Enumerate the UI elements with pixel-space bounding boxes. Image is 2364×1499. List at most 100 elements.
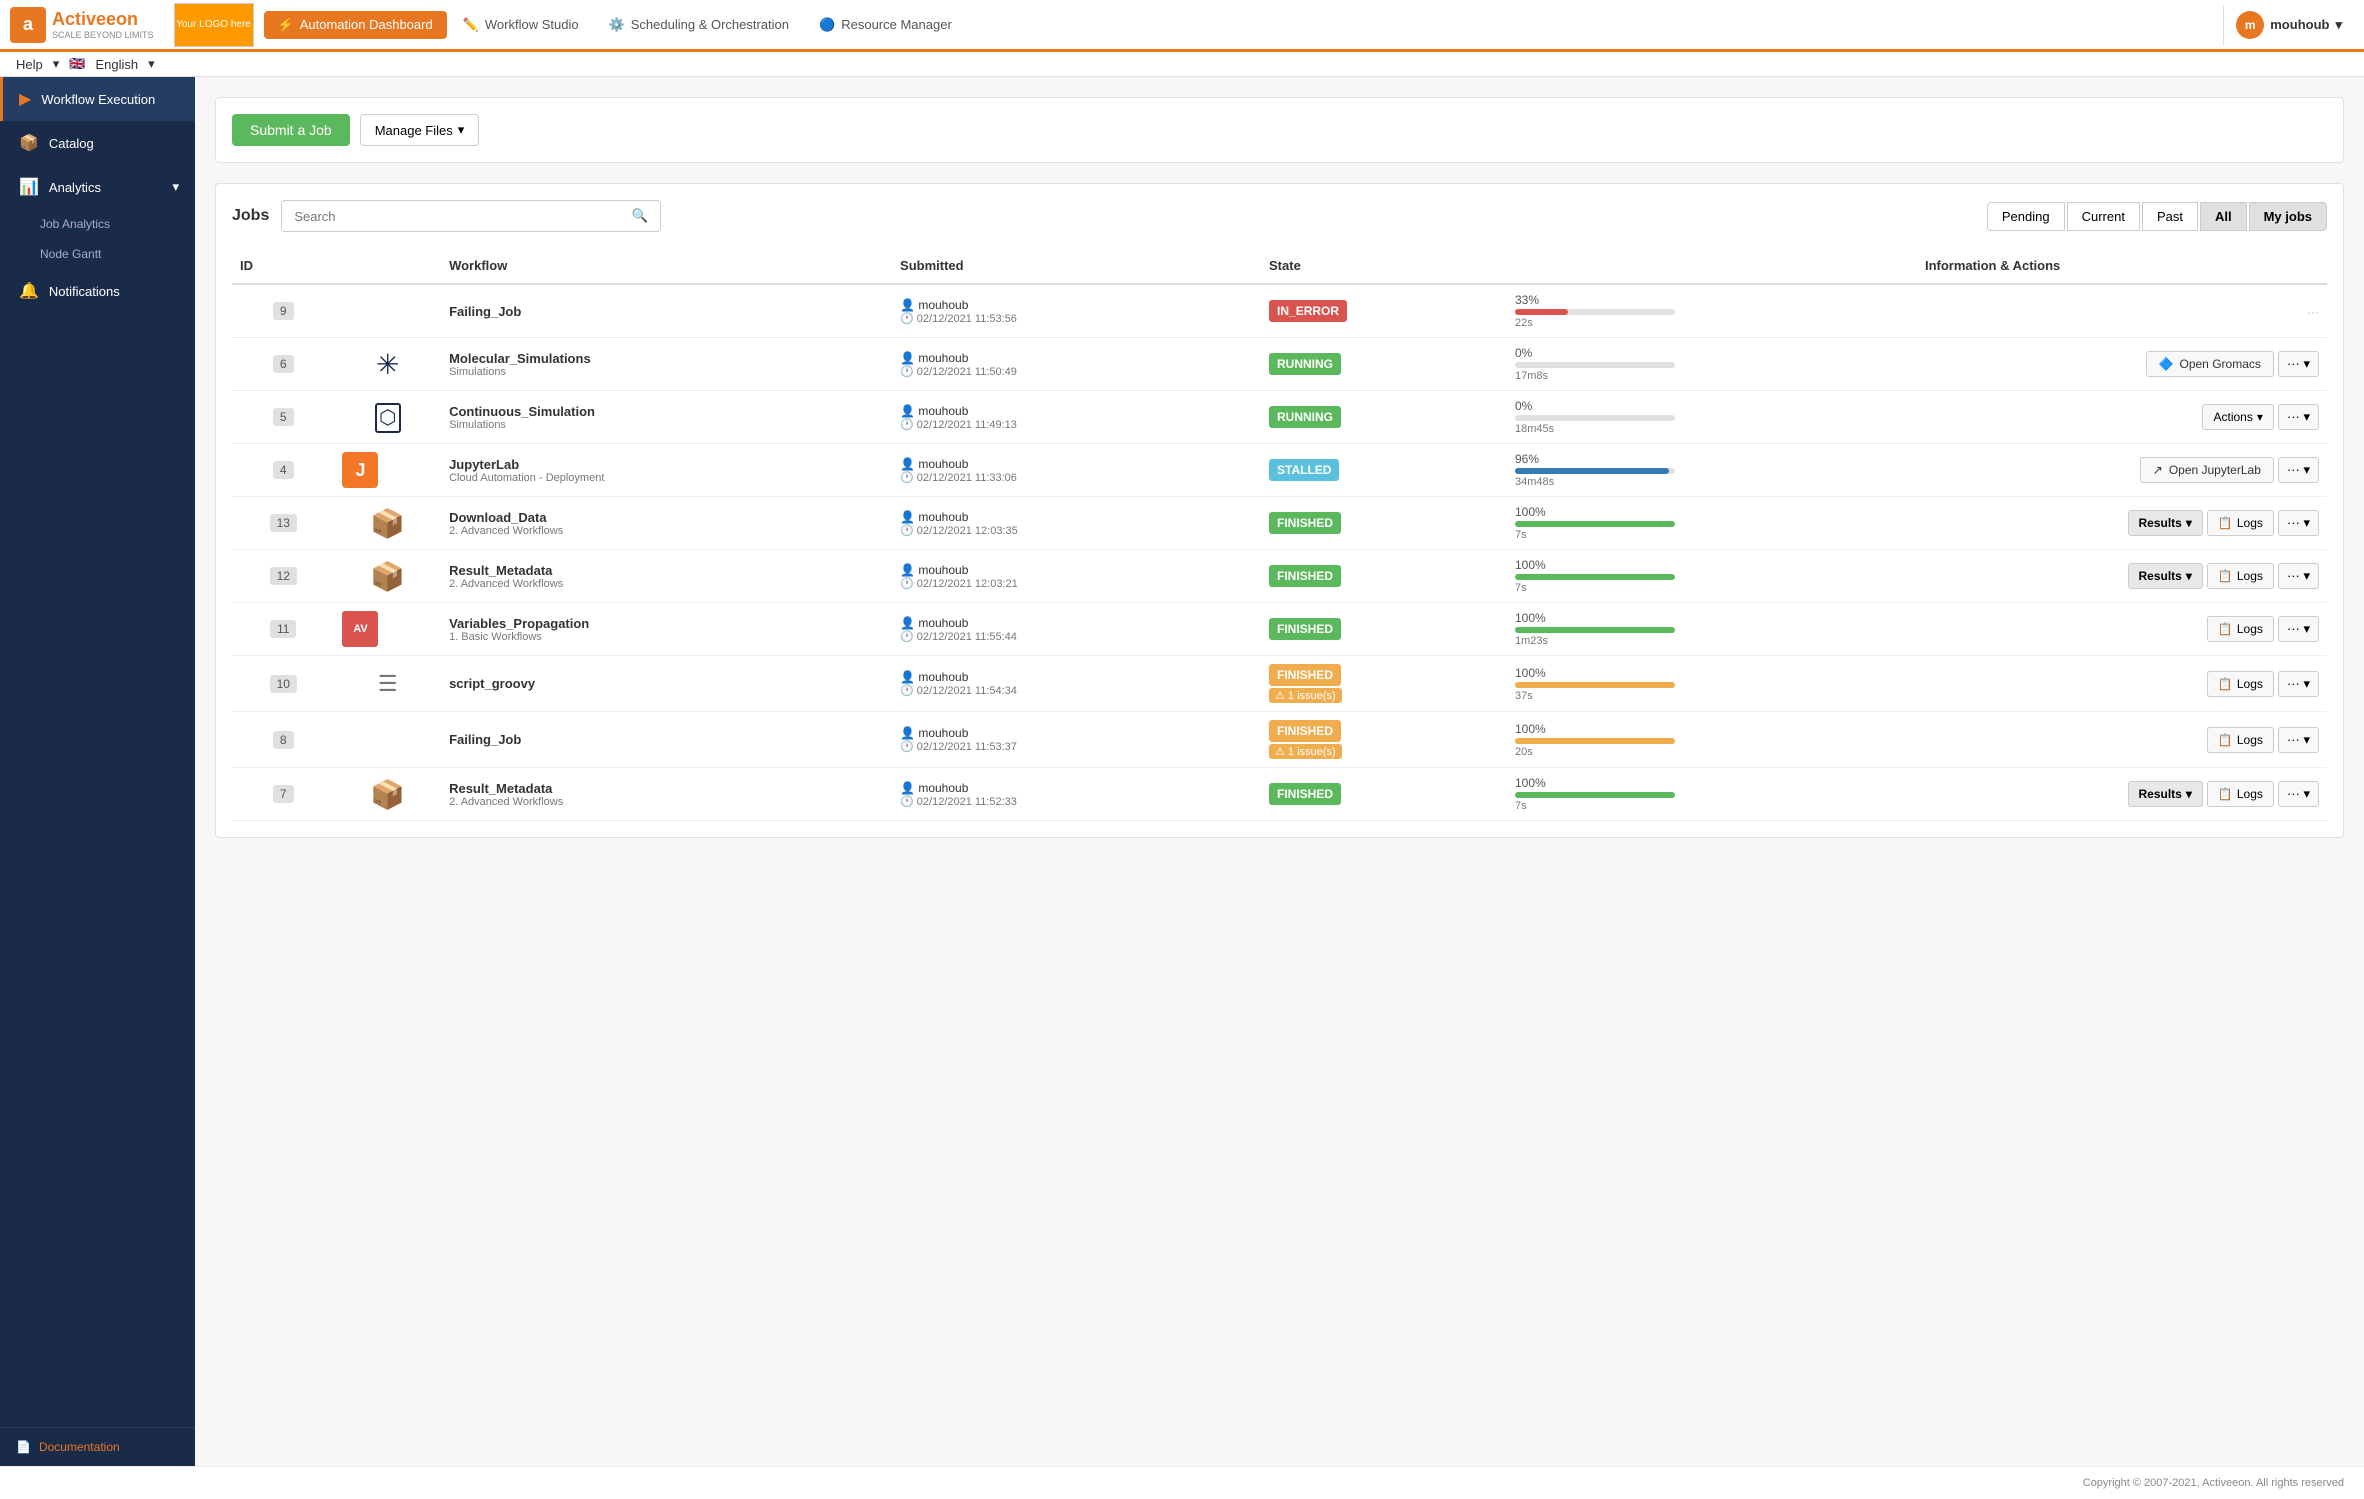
- sidebar-item-notifications[interactable]: 🔔 Notifications: [0, 269, 195, 313]
- search-box: 🔍: [281, 200, 661, 232]
- cell-submitted: 👤 mouhoub 🕐 02/12/2021 11:50:49: [892, 338, 1261, 391]
- resource-label: Resource Manager: [841, 17, 952, 32]
- user-menu[interactable]: m mouhoub ▾: [2223, 5, 2354, 45]
- progress-wrap: 100% 1m23s: [1515, 611, 1675, 647]
- language-button[interactable]: English: [95, 57, 138, 72]
- logs-button[interactable]: 📋 Logs: [2207, 563, 2274, 589]
- main-layout: ▶ Workflow Execution 📦 Catalog 📊 Analyti…: [0, 77, 2364, 1466]
- cell-submitted: 👤 mouhoub 🕐 02/12/2021 11:54:34: [892, 656, 1261, 712]
- logs-icon: 📋: [2218, 569, 2233, 583]
- jupyter-icon: ↗: [2153, 463, 2163, 477]
- search-input[interactable]: [282, 202, 619, 231]
- manage-files-button[interactable]: Manage Files ▾: [360, 114, 480, 146]
- more-options-button[interactable]: ··· ▾: [2278, 671, 2319, 697]
- logs-icon: 📋: [2218, 622, 2233, 636]
- nav-tab-scheduling[interactable]: ⚙️ Scheduling & Orchestration: [595, 11, 803, 39]
- filter-current[interactable]: Current: [2067, 202, 2140, 231]
- col-header-progress: [1507, 248, 1917, 284]
- sidebar-item-analytics[interactable]: 📊 Analytics ▾: [0, 165, 195, 209]
- issue-badge: ⚠ 1 issue(s): [1269, 688, 1342, 703]
- workflow-name: Failing_Job: [449, 304, 884, 319]
- state-badge: FINISHED: [1269, 565, 1341, 587]
- more-options-button[interactable]: ··· ▾: [2278, 727, 2319, 753]
- results-button[interactable]: Results ▾: [2128, 563, 2203, 589]
- results-button[interactable]: Results ▾: [2128, 781, 2203, 807]
- filter-my-jobs[interactable]: My jobs: [2249, 202, 2327, 231]
- logs-button[interactable]: 📋 Logs: [2207, 727, 2274, 753]
- cell-progress: 100% 1m23s: [1507, 603, 1917, 656]
- submitted-user: 👤 mouhoub: [900, 510, 1253, 524]
- logs-button[interactable]: 📋 Logs: [2207, 510, 2274, 536]
- nav-tab-workflow[interactable]: ✏️ Workflow Studio: [449, 11, 593, 39]
- sidebar-label-analytics: Analytics: [49, 180, 101, 195]
- open-gromacs-button[interactable]: 🔷Open Gromacs: [2146, 351, 2274, 377]
- progress-percent: 100%: [1515, 505, 1675, 519]
- search-button[interactable]: 🔍: [620, 201, 661, 231]
- more-options-button[interactable]: ··· ▾: [2278, 616, 2319, 642]
- progress-wrap: 100% 7s: [1515, 776, 1675, 812]
- cell-workflow: Result_Metadata 2. Advanced Workflows: [441, 768, 892, 821]
- progress-bar-background: [1515, 362, 1675, 368]
- submitted-time: 🕐 02/12/2021 11:53:56: [900, 312, 1253, 325]
- sidebar-item-workflow-execution[interactable]: ▶ Workflow Execution: [0, 77, 195, 121]
- sidebar-documentation[interactable]: 📄 Documentation: [0, 1427, 195, 1466]
- submit-job-button[interactable]: Submit a Job: [232, 114, 350, 146]
- sidebar-label-job-analytics: Job Analytics: [40, 217, 110, 231]
- logs-button[interactable]: 📋 Logs: [2207, 671, 2274, 697]
- cell-submitted: 👤 mouhoub 🕐 02/12/2021 11:33:06: [892, 444, 1261, 497]
- cell-submitted: 👤 mouhoub 🕐 02/12/2021 11:53:37: [892, 712, 1261, 768]
- actions-dropdown-button[interactable]: Actions ▾: [2202, 404, 2273, 430]
- open-jupyterlab-button[interactable]: ↗Open JupyterLab: [2140, 457, 2274, 483]
- more-options-button[interactable]: ··· ▾: [2278, 457, 2319, 483]
- logs-button[interactable]: 📋 Logs: [2207, 781, 2274, 807]
- more-options-button[interactable]: ··· ▾: [2278, 510, 2319, 536]
- logs-button[interactable]: 📋 Logs: [2207, 616, 2274, 642]
- sidebar-item-node-gantt[interactable]: Node Gantt: [0, 239, 195, 269]
- cell-state: FINISHED⚠ 1 issue(s): [1261, 712, 1507, 768]
- filter-past[interactable]: Past: [2142, 202, 2198, 231]
- notification-icon: 🔔: [19, 281, 39, 301]
- workflow-category: Simulations: [449, 419, 884, 431]
- progress-time: 7s: [1515, 529, 1675, 541]
- workflow-category: 2. Advanced Workflows: [449, 525, 884, 537]
- cell-progress: 100% 37s: [1507, 656, 1917, 712]
- col-header-workflow: Workflow: [441, 248, 892, 284]
- workflow-category: 1. Basic Workflows: [449, 631, 884, 643]
- progress-percent: 33%: [1515, 293, 1675, 307]
- workflow-name: script_groovy: [449, 676, 884, 691]
- cell-icon: ☰: [334, 656, 441, 712]
- more-options-button[interactable]: ··· ▾: [2278, 781, 2319, 807]
- user-chevron-icon: ▾: [2335, 17, 2342, 33]
- nav-tab-resource[interactable]: 🔵 Resource Manager: [805, 11, 966, 39]
- more-options-button[interactable]: ··· ▾: [2278, 563, 2319, 589]
- sidebar-item-catalog[interactable]: 📦 Catalog: [0, 121, 195, 165]
- filter-pending[interactable]: Pending: [1987, 202, 2065, 231]
- sidebar-item-job-analytics[interactable]: Job Analytics: [0, 209, 195, 239]
- progress-wrap: 100% 20s: [1515, 722, 1675, 758]
- analytics-expand-icon: ▾: [172, 179, 179, 195]
- logs-icon: 📋: [2218, 787, 2233, 801]
- submitted-time: 🕐 02/12/2021 11:53:37: [900, 740, 1253, 753]
- logo-text: Activeeon SCALE BEYOND LIMITS: [52, 9, 154, 40]
- nav-tab-automation[interactable]: ⚡ Automation Dashboard: [264, 11, 447, 39]
- progress-time: 18m45s: [1515, 423, 1675, 435]
- cell-id: 12: [232, 550, 334, 603]
- cell-state: FINISHED: [1261, 603, 1507, 656]
- cell-actions: Results ▾📋 Logs··· ▾: [1917, 768, 2327, 821]
- cell-id: 5: [232, 391, 334, 444]
- more-options-button[interactable]: ··· ▾: [2278, 351, 2319, 377]
- cell-workflow: Result_Metadata 2. Advanced Workflows: [441, 550, 892, 603]
- progress-percent: 100%: [1515, 558, 1675, 572]
- filter-all[interactable]: All: [2200, 202, 2247, 231]
- sidebar-label-notifications: Notifications: [49, 284, 120, 299]
- more-options-button[interactable]: ··· ▾: [2278, 404, 2319, 430]
- submitted-user: 👤 mouhoub: [900, 404, 1253, 418]
- progress-time: 7s: [1515, 582, 1675, 594]
- help-button[interactable]: Help: [16, 57, 43, 72]
- state-badge: FINISHED: [1269, 783, 1341, 805]
- submitted-user: 👤 mouhoub: [900, 781, 1253, 795]
- results-button[interactable]: Results ▾: [2128, 510, 2203, 536]
- gromacs-icon: 🔷: [2159, 357, 2174, 371]
- main-content: Submit a Job Manage Files ▾ Jobs 🔍 Pendi…: [195, 77, 2364, 1466]
- submitted-user: 👤 mouhoub: [900, 726, 1253, 740]
